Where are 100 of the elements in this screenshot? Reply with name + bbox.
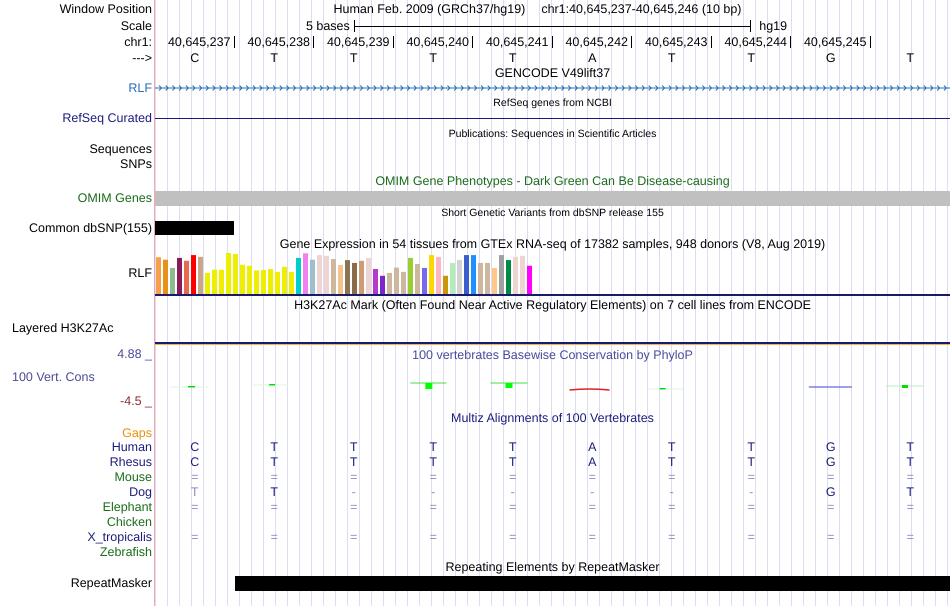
track-label[interactable]: RefSeq Curated [0,110,155,126]
alignment-base: - [510,485,515,500]
coordinate-label: 40,645,239 [326,36,394,48]
alignment-base: - [670,485,674,500]
alignment-base: T [350,440,358,454]
alignment-base: T [270,455,278,470]
alignment-base: = [827,530,834,544]
alignment-base: G [826,485,836,500]
track-title: Gene Expression in 54 tissues from GTEx RNA-seq of 17382 samples, 948 donors (V8, Aug 2019) [280,238,826,250]
track-label[interactable]: Layered H3K27Ac [0,314,155,342]
species-label: Chicken [0,515,155,530]
alignment-base: T [668,440,676,454]
alignment-base: = [748,500,755,514]
alignment-base: T [270,485,278,500]
coordinate-label: 40,645,240 [406,36,473,48]
species-label: X_tropicalis [0,530,155,545]
track-title: 100 vertebrates Basewise Conservation by PhyloP [412,349,693,362]
alignment-base: = [509,500,516,514]
alignment-base: = [668,500,676,514]
track-title: H3K27Ac Mark (Often Found Near Active Regulatory Elements) on 7 cell lines from ENCODE [294,298,811,312]
alignment-base: A [588,455,596,470]
alignment-base: T [270,440,278,454]
scale-assembly-label: hg19 [759,18,788,33]
alignment-base: T [906,440,914,454]
alignment-base: = [350,530,358,544]
alignment-base: - [431,485,436,500]
alignment-base: - [590,485,594,500]
expression-bars-drawing[interactable] [156,253,534,294]
alignment-base: T [668,455,676,470]
base-letter: T [906,50,914,65]
base-letter: G [826,50,836,65]
gene-label[interactable]: RLF [0,80,155,96]
row-label: chr1: [0,34,155,50]
species-label: Elephant [0,500,155,515]
base-letter: T [508,50,517,65]
base-letter: T [350,50,358,65]
coordinate-label: 40,645,238 [247,36,314,48]
alignment-base: T [906,455,914,470]
row-label: ---> [0,50,155,66]
alignment-base: = [588,470,596,484]
base-letter: A [588,50,596,65]
coordinate-label: 40,645,245 [804,36,870,48]
alignment-base: C [190,455,200,470]
alignment-base: = [588,530,596,544]
alignment-base: G [826,440,836,454]
alignment-base: = [270,470,278,484]
alignment-base: T [508,455,517,470]
alignment-base: = [350,500,358,514]
alignment-base: T [508,440,517,454]
alignment-base: = [906,530,914,544]
gene-strand-line[interactable] [155,84,950,92]
alignment-base: = [270,500,278,514]
alignment-base: C [190,440,200,454]
track-label[interactable]: Sequences [0,142,155,156]
alignment-base: = [509,530,516,544]
position-title: chr1:40,645,237-40,645,246 (10 bp) [541,2,742,16]
alignment-base: T [190,485,199,500]
alignment-base: T [429,455,438,470]
alignment-base: = [430,470,437,484]
alignment-base: T [747,455,756,470]
track-label[interactable]: SNPs [0,156,155,172]
axis-max-label: 4.88 _ [117,348,152,360]
alignment-base: = [270,530,278,544]
track-title: Publications: Sequences in Scientific Articles [448,128,656,140]
scale-span-label: 5 bases [306,18,350,33]
base-letter: T [668,50,676,65]
row-label: Scale [0,18,155,34]
track-title: RefSeq genes from NCBI [493,98,612,108]
assembly-title: Human Feb. 2009 (GRCh37/hg19) [334,2,526,16]
coordinate-label: 40,645,244 [724,36,791,48]
coordinate-label: 40,645,237 [168,36,234,48]
track-label[interactable]: RepeatMasker [0,575,155,591]
alignment-base: T [429,440,438,454]
alignment-base: T [350,455,358,470]
repeat-bar[interactable] [235,576,950,590]
alignment-base: = [668,470,676,484]
coordinate-label: 40,645,241 [486,36,552,48]
base-letter: C [190,50,200,65]
alignment-base: = [827,470,834,484]
axis-min-label: -4.5 _ [120,394,152,407]
track-title: OMIM Gene Phenotypes - Dark Green Can Be Disease-causing [375,174,730,188]
species-label: Mouse [0,470,155,485]
species-label: Zebrafish [0,545,155,560]
alignment-base: - [352,485,356,500]
species-label: Human [0,440,155,455]
base-letter: T [270,50,278,65]
alignment-base: = [191,530,198,544]
gene-label[interactable]: RLF [0,252,155,294]
alignment-base: A [588,440,596,454]
species-label: Dog [0,485,155,500]
species-label: Rhesus [0,455,155,470]
alignment-base: = [509,470,516,484]
track-title: GENCODE V49lift37 [494,66,610,80]
alignment-base: = [350,470,358,484]
track-label[interactable]: 100 Vert. Cons [0,371,95,384]
alignment-base: = [191,470,198,484]
alignment-base: = [906,470,914,484]
coordinate-label: 40,645,243 [644,36,712,48]
alignment-base: = [430,530,437,544]
alignment-base: = [906,500,914,514]
